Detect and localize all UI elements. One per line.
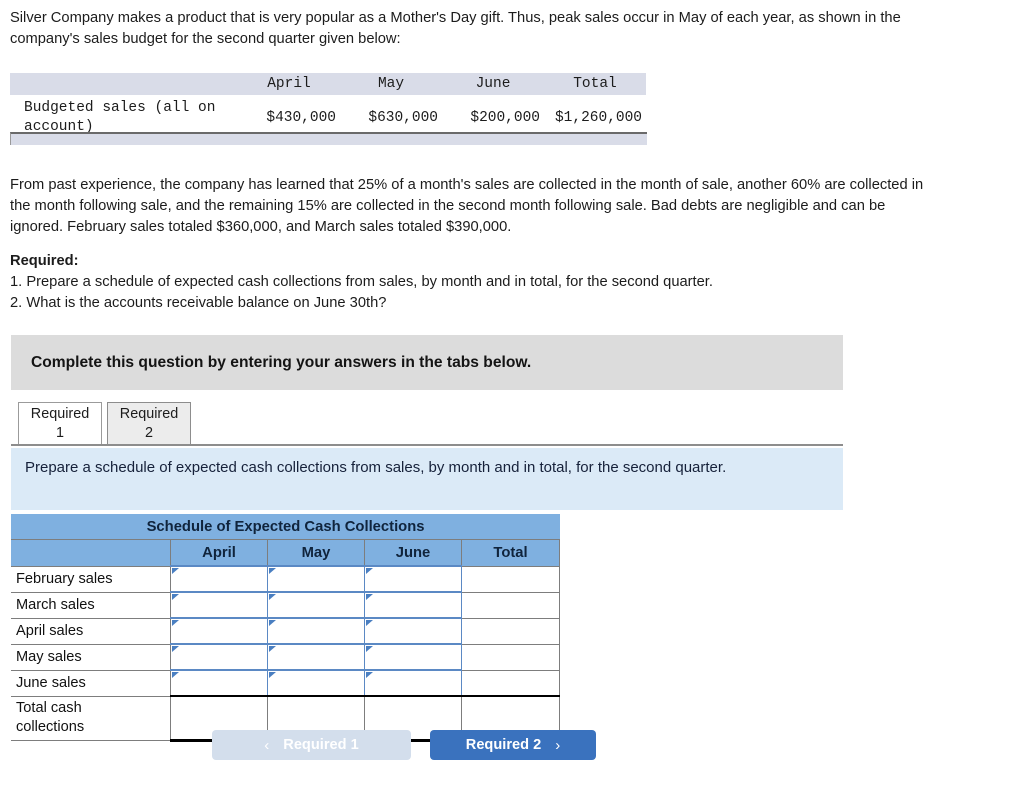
required-heading: Required: — [10, 253, 79, 269]
cell-marker-icon — [269, 594, 276, 600]
required-item-1: 1. Prepare a schedule of expected cash c… — [10, 274, 713, 290]
collection-policy-paragraph: From past experience, the company has le… — [10, 177, 924, 235]
table-row: May sales — [11, 643, 561, 671]
input-march-may[interactable] — [267, 591, 365, 619]
budget-header-total: Total — [544, 73, 646, 95]
required-item-2: 2. What is the accounts receivable balan… — [10, 295, 387, 311]
row-label-march-sales: March sales — [11, 591, 171, 619]
row-label-total-cash-collections: Total cash collections — [11, 695, 171, 741]
requirement-navigation: ‹ Required 1 Required 2 › — [212, 730, 812, 760]
budgeted-sales-table: April May June Total Budgeted sales (all… — [10, 73, 646, 141]
schedule-header-blank — [11, 539, 171, 567]
input-june-may[interactable] — [267, 669, 365, 697]
prev-required-1-button[interactable]: ‹ Required 1 — [212, 730, 411, 760]
table-row: March sales — [11, 591, 561, 619]
next-required-2-button[interactable]: Required 2 › — [430, 730, 596, 760]
requirement-tabstrip: Required 1 Required 2 — [11, 400, 843, 446]
input-june-april[interactable] — [170, 669, 268, 697]
table-row: June sales — [11, 669, 561, 697]
row-label-june-sales: June sales — [11, 669, 171, 697]
input-march-june[interactable] — [364, 591, 462, 619]
problem-statement: Silver Company makes a product that is v… — [10, 10, 901, 47]
schedule-header-may: May — [267, 539, 365, 567]
cell-marker-icon — [269, 646, 276, 652]
total-label-line2: collections — [16, 718, 85, 735]
budget-header-april: April — [238, 73, 340, 95]
input-february-april[interactable] — [170, 565, 268, 593]
tab-required-2-line1: Required — [119, 406, 179, 422]
schedule-answer-table: Schedule of Expected Cash Collections Ap… — [10, 514, 561, 742]
value-march-total[interactable] — [460, 591, 561, 619]
input-june-june[interactable] — [364, 669, 462, 697]
complete-question-text: Complete this question by entering your … — [31, 353, 532, 371]
schedule-header-june: June — [364, 539, 462, 567]
input-february-june[interactable] — [364, 565, 462, 593]
input-february-may[interactable] — [267, 565, 365, 593]
cell-marker-icon — [172, 594, 179, 600]
chevron-left-icon: ‹ — [264, 736, 270, 754]
input-april-may[interactable] — [267, 617, 365, 645]
table-row: February sales — [11, 565, 561, 593]
tabstrip-underline — [11, 444, 843, 446]
budget-header-row: April May June Total — [10, 73, 646, 95]
input-april-june[interactable] — [364, 617, 462, 645]
row-label-may-sales: May sales — [11, 643, 171, 671]
row-label-february-sales: February sales — [11, 565, 171, 593]
cell-marker-icon — [172, 646, 179, 652]
cell-marker-icon — [366, 568, 373, 574]
prev-required-1-label: Required 1 — [283, 737, 359, 753]
required-block: Required: 1. Prepare a schedule of expec… — [10, 251, 928, 314]
value-may-total[interactable] — [460, 643, 561, 671]
requirement-description-panel: Prepare a schedule of expected cash coll… — [11, 448, 843, 510]
schedule-column-header-row: April May June Total — [11, 539, 561, 567]
budget-table-footer-strip — [10, 132, 647, 145]
value-february-total[interactable] — [460, 565, 561, 593]
table-row: April sales — [11, 617, 561, 645]
input-april-april[interactable] — [170, 617, 268, 645]
cell-marker-icon — [366, 646, 373, 652]
cell-marker-icon — [172, 620, 179, 626]
tab-required-1[interactable]: Required 1 — [18, 402, 102, 444]
tab-required-2[interactable]: Required 2 — [107, 402, 191, 444]
next-required-2-label: Required 2 — [465, 737, 542, 753]
schedule-title-row: Schedule of Expected Cash Collections — [10, 514, 561, 540]
budget-header-may: May — [340, 73, 442, 95]
schedule-title: Schedule of Expected Cash Collections — [10, 514, 561, 540]
schedule-header-total: Total — [460, 539, 561, 567]
budget-header-blank — [10, 73, 238, 95]
cell-marker-icon — [172, 672, 179, 678]
input-march-april[interactable] — [170, 591, 268, 619]
cell-marker-icon — [366, 594, 373, 600]
schedule-header-april: April — [170, 539, 268, 567]
tab-required-1-line2: 1 — [55, 425, 64, 441]
input-may-may[interactable] — [267, 643, 365, 671]
value-april-total[interactable] — [460, 617, 561, 645]
cell-marker-icon — [366, 620, 373, 626]
cell-marker-icon — [269, 620, 276, 626]
cell-marker-icon — [172, 568, 179, 574]
budget-header-june: June — [442, 73, 544, 95]
row-label-april-sales: April sales — [11, 617, 171, 645]
cell-marker-icon — [269, 672, 276, 678]
tab-required-1-line1: Required — [30, 406, 90, 422]
chevron-right-icon: › — [555, 736, 561, 754]
complete-question-banner: Complete this question by entering your … — [11, 335, 843, 390]
input-may-june[interactable] — [364, 643, 462, 671]
cell-marker-icon — [366, 672, 373, 678]
total-label-line1: Total cash — [16, 699, 82, 716]
tab-required-2-line2: 2 — [144, 425, 153, 441]
cell-marker-icon — [269, 568, 276, 574]
input-may-april[interactable] — [170, 643, 268, 671]
value-june-total[interactable] — [460, 669, 561, 697]
